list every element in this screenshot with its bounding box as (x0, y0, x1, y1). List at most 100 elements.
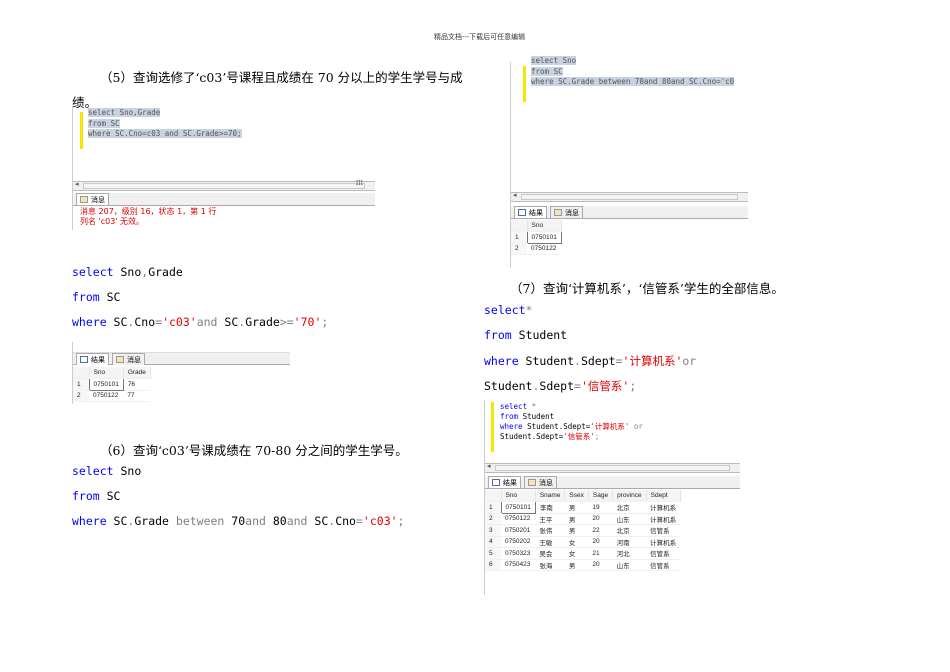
table-cell[interactable]: 李南 (535, 501, 565, 514)
sql-editor[interactable]: select Sno from SC where SC.Grade betwee… (531, 56, 749, 88)
table-cell[interactable]: 77 (123, 390, 151, 402)
column-header[interactable]: Sno (89, 367, 124, 379)
corner-cell (511, 220, 528, 232)
code-token: SC (99, 489, 121, 503)
scroll-left-icon[interactable]: ◂ (513, 191, 517, 199)
code-token: 70 (224, 514, 246, 528)
horizontal-scrollbar[interactable]: ◂ (485, 462, 740, 473)
table-row[interactable]: 5 0750323 吴会女 21 河北 信管系 (485, 547, 681, 560)
table-cell[interactable]: 0750101 (500, 501, 536, 514)
code-line: select Sno (72, 464, 404, 489)
row-number: 4 (485, 536, 501, 548)
table-row[interactable]: 2 0750122 (511, 243, 562, 255)
table-row[interactable]: 1 0750101 李南男 19 北京 计算机系 (485, 501, 681, 514)
table-cell[interactable]: 0750122 (527, 243, 562, 255)
horizontal-scrollbar[interactable]: ◂ III (73, 180, 375, 191)
tab-messages[interactable]: 消息 (550, 206, 583, 218)
code-token: select (500, 402, 528, 411)
table-row[interactable]: 1 0750101 76 (73, 378, 151, 391)
table-cell[interactable]: 河南 (612, 536, 647, 548)
code-token: SC (217, 315, 239, 329)
table-cell[interactable]: 张海 (535, 559, 565, 571)
column-header[interactable]: Sno (501, 490, 536, 502)
column-header[interactable]: Ssex (564, 490, 589, 502)
scroll-left-icon[interactable]: ◂ (487, 462, 491, 470)
tab-results[interactable]: 结果 (488, 476, 521, 488)
table-cell[interactable]: 21 (588, 547, 613, 560)
table-cell[interactable]: 北京 (612, 524, 647, 537)
table-cell[interactable]: 男 (564, 501, 589, 514)
tab-results[interactable]: 结果 (514, 206, 547, 218)
table-cell[interactable]: 信管系 (646, 524, 681, 537)
table-cell[interactable]: 0750122 (89, 390, 124, 402)
tab-messages[interactable]: 消息 (524, 476, 557, 488)
table-cell[interactable]: 0750101 (526, 231, 562, 244)
code-line: where SC.Grade between 70and 80and SC.Cn… (72, 514, 404, 539)
code-token: or (682, 354, 697, 368)
table-row[interactable]: 2 0750122 77 (73, 390, 151, 402)
tab-messages[interactable]: 消息 (76, 193, 109, 205)
table-cell[interactable]: 0750201 (501, 524, 536, 537)
table-cell[interactable]: 女 (564, 547, 589, 560)
sql-editor[interactable]: select Sno,Grade from SC where SC.Cno=c0… (88, 108, 242, 140)
table-cell[interactable]: 山东 (612, 559, 647, 571)
code-token: Student (518, 412, 555, 421)
table-cell[interactable]: 吴会 (535, 547, 565, 560)
table-cell[interactable]: 河北 (612, 547, 647, 560)
table-row[interactable]: 6 0750423 张海男 20 山东 信管系 (485, 559, 681, 571)
section-7-heading: （7）查询‘计算机系’，‘信管系’学生的全部信息。 (510, 281, 784, 296)
table-cell[interactable]: 山东 (612, 513, 647, 525)
result-tabs: 结果 消息 (511, 206, 748, 219)
column-header[interactable]: Grade (123, 367, 151, 379)
sql-editor[interactable]: select * from Student where Student.Sdept=… (500, 402, 643, 442)
table-cell[interactable]: 信管系 (646, 559, 681, 571)
table-cell[interactable]: 0750122 (501, 513, 536, 525)
table-cell[interactable]: 19 (588, 501, 613, 514)
table-row[interactable]: 3 0750201 张伟男 22 北京 信管系 (485, 524, 681, 537)
table-cell[interactable]: 计算机系 (646, 536, 681, 548)
table-row[interactable]: 4 0750202 王敏女 20 河南 计算机系 (485, 536, 681, 548)
column-header[interactable]: Sdept (646, 490, 681, 502)
table-cell[interactable]: 0750323 (501, 547, 536, 560)
table-cell[interactable]: 张伟 (535, 524, 565, 537)
table-cell[interactable]: 男 (564, 524, 589, 537)
code-token: Cno (335, 514, 356, 528)
table-cell[interactable]: 信管系 (646, 547, 681, 560)
table-cell[interactable]: 北京 (612, 501, 647, 514)
table-cell[interactable]: 女 (564, 536, 589, 548)
tab-results[interactable]: 结果 (76, 353, 109, 365)
table-cell[interactable]: 20 (588, 559, 613, 571)
table-cell[interactable]: 76 (123, 378, 151, 391)
table-cell[interactable]: 男 (564, 559, 589, 571)
table-cell[interactable]: 计算机系 (646, 513, 681, 525)
sql-line: select Sno (531, 56, 577, 65)
tab-messages[interactable]: 消息 (112, 353, 145, 365)
code-token: between (175, 514, 225, 528)
corner-cell (73, 367, 90, 379)
table-cell[interactable]: 20 (588, 536, 613, 548)
table-cell[interactable]: 0750423 (501, 559, 536, 571)
tab-label: 结果 (503, 479, 517, 487)
column-header[interactable]: Sname (535, 490, 566, 502)
table-cell[interactable]: 20 (588, 513, 613, 525)
table-cell[interactable]: 男 (564, 513, 589, 525)
table-row[interactable]: 2 0750122 王平男 20 山东 计算机系 (485, 513, 681, 525)
code-line: from Student (484, 328, 696, 353)
code-line: select Sno,Grade (72, 265, 328, 290)
row-number: 2 (511, 243, 527, 255)
table-cell[interactable]: 0750101 (88, 378, 124, 391)
table-cell[interactable]: 王敏 (535, 536, 565, 548)
grid-icon (492, 479, 500, 486)
code-token: Grade (245, 315, 280, 329)
table-row[interactable]: 1 0750101 (511, 231, 562, 244)
table-cell[interactable]: 0750202 (501, 536, 536, 548)
column-header[interactable]: Sno (527, 220, 562, 232)
table-cell[interactable]: 计算机系 (646, 501, 681, 514)
column-header[interactable]: Sage (588, 490, 614, 502)
table-cell[interactable]: 22 (588, 524, 613, 537)
table-cell[interactable]: 王平 (535, 513, 565, 525)
row-number: 5 (485, 547, 501, 560)
column-header[interactable]: province (612, 490, 647, 502)
scroll-left-icon[interactable]: ◂ (75, 180, 79, 188)
horizontal-scrollbar[interactable]: ◂ (511, 191, 748, 202)
